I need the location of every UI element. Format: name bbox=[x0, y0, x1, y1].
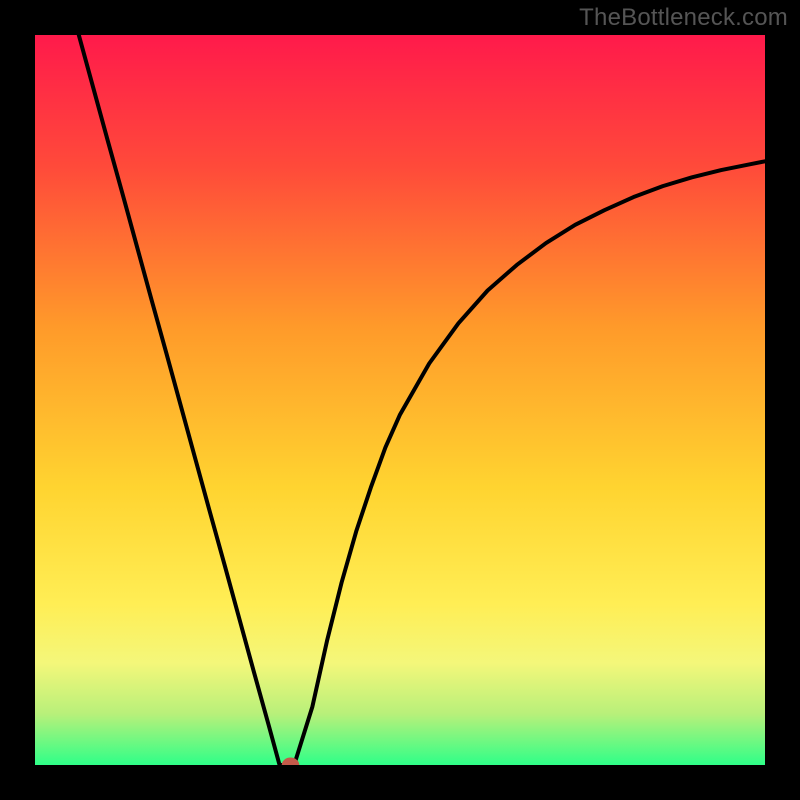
plot-background bbox=[35, 35, 765, 765]
bottleneck-chart bbox=[35, 35, 765, 765]
chart-frame: TheBottleneck.com bbox=[0, 0, 800, 800]
watermark-text: TheBottleneck.com bbox=[579, 4, 788, 32]
